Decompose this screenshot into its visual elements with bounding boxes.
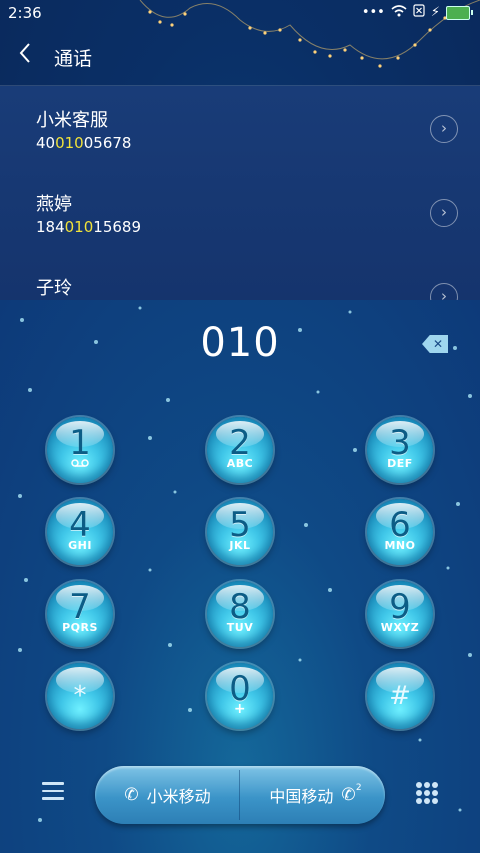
dial-key-star[interactable]: * [47,663,113,729]
dial-key-8[interactable]: 8 TUV [207,581,273,647]
dial-key-9[interactable]: 9 WXYZ [367,581,433,647]
contact-number: 18401015689 [36,218,141,236]
list-item[interactable]: 子玲 › [0,254,480,300]
dialpad-toggle-icon[interactable] [416,782,438,804]
dial-key-hash[interactable]: # [367,663,433,729]
details-chevron-icon[interactable]: › [430,115,458,143]
contact-name: 小米客服 [36,110,108,131]
call-sim1-label: 小米移动 [146,787,211,806]
header: 通话 [0,28,480,84]
call-sim1-button[interactable]: ✆ 小米移动 [95,766,240,824]
call-sim2-label: 中国移动 [269,787,334,806]
status-icons: ••• ⚡ [361,4,473,21]
match-highlight: 010 [55,134,84,152]
dial-key-2[interactable]: 2 ABC [207,417,273,483]
call-buttons: ✆ 小米移动 中国移动 ✆ 2 [95,766,385,824]
status-bar: 2:36 ••• ⚡ [0,0,480,28]
dial-key-0[interactable]: 0 + [207,663,273,729]
charging-icon: ⚡ [430,5,440,20]
details-chevron-icon[interactable]: › [430,283,458,300]
status-time: 2:36 [8,4,42,22]
contact-number: 4001005678 [36,134,132,152]
list-item[interactable]: 燕婷 18401015689 › [0,170,480,254]
phone-sim1-icon: ✆ [124,785,139,805]
sim-off-icon [413,4,425,21]
dial-key-5[interactable]: 5 JKL [207,499,273,565]
menu-icon[interactable] [42,782,64,800]
list-item[interactable]: 小米客服 4001005678 › [0,86,480,170]
dialed-number-display: 010 [200,320,280,366]
dial-key-3[interactable]: 3 DEF [367,417,433,483]
wifi-icon [391,4,407,21]
dial-key-1[interactable]: 1 [47,417,113,483]
more-icon: ••• [361,5,385,20]
search-results-list: 小米客服 4001005678 › 燕婷 18401015689 › 子玲 › [0,86,480,300]
contact-name: 子玲 [36,278,72,299]
battery-icon [446,5,473,20]
voicemail-icon [47,457,113,470]
dial-key-6[interactable]: 6 MNO [367,499,433,565]
page-title: 通话 [54,48,93,70]
details-chevron-icon[interactable]: › [430,199,458,227]
dial-key-4[interactable]: 4 GHI [47,499,113,565]
match-highlight: 010 [64,218,94,236]
contact-name: 燕婷 [36,194,72,215]
call-sim2-button[interactable]: 中国移动 ✆ 2 [240,766,385,824]
dial-key-7[interactable]: 7 PQRS [47,581,113,647]
back-arrow-icon[interactable] [18,42,32,68]
phone-sim2-icon: ✆ 2 [341,783,362,805]
